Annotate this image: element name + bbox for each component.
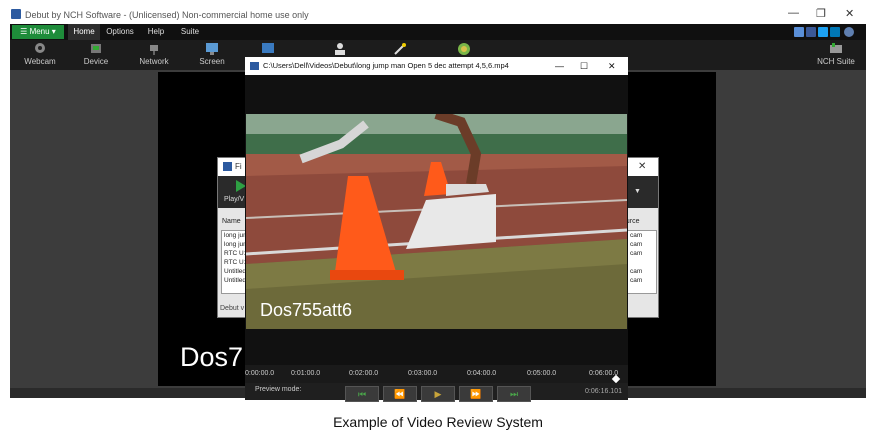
- network-icon: [150, 45, 158, 55]
- nch-suite-button[interactable]: NCH Suite: [806, 40, 866, 70]
- device-button[interactable]: Device: [66, 40, 126, 70]
- device-icon: [91, 44, 101, 53]
- window-title: Debut by NCH Software - (Unlicensed) Non…: [25, 10, 309, 20]
- preview-overlay-text: Dos7: [180, 342, 244, 372]
- preview-controls: Preview mode: 0:06:16.101 ⏮ ⏪ ▶ ⏩ ⏭: [245, 383, 628, 402]
- tab-suite[interactable]: Suite: [174, 24, 206, 40]
- skip-start-button[interactable]: ⏮: [345, 386, 379, 402]
- source-column: cam cam cam cam cam: [630, 231, 642, 285]
- menu-bar: ☰ Menu ▾ Home Options Help Suite: [10, 24, 866, 40]
- name-column-header[interactable]: Name: [222, 218, 241, 225]
- dialog-app-icon: [223, 162, 232, 171]
- webcam-icon: [35, 43, 45, 53]
- linkedin-icon[interactable]: [830, 27, 840, 37]
- video-scene-image: [246, 114, 627, 329]
- player-maximize-button[interactable]: ☐: [580, 57, 588, 75]
- maximize-button[interactable]: ❐: [816, 7, 826, 20]
- player-minimize-button[interactable]: —: [555, 57, 564, 75]
- timeline[interactable]: 0:00:00.0 0:01:00.0 0:02:00.0 0:03:00.0 …: [245, 365, 628, 384]
- timeline-tick: 0:03:00.0: [408, 370, 438, 377]
- image-icon: [262, 43, 274, 53]
- video-overlay-text: Dos755att6: [260, 300, 353, 320]
- help-icon[interactable]: [844, 27, 854, 37]
- timeline-tick: 0:00:00.0: [245, 370, 275, 377]
- dialog-dropdown-arrow[interactable]: ▼: [634, 188, 641, 195]
- skip-end-button[interactable]: ⏭: [497, 386, 531, 402]
- player-title: C:\Users\Dell\Videos\Debut\long jump man…: [263, 61, 509, 70]
- player-app-icon: [250, 62, 259, 70]
- playhead-handle[interactable]: [611, 374, 621, 384]
- magic-wand-icon: [394, 43, 406, 55]
- twitter-icon[interactable]: [818, 27, 828, 37]
- device-label: Device: [83, 57, 109, 66]
- timeline-tick: 0:02:00.0: [349, 370, 379, 377]
- network-button[interactable]: Network: [124, 40, 184, 70]
- play-label[interactable]: Play/V: [224, 196, 244, 203]
- screen-label: Screen: [199, 57, 225, 66]
- app-icon: [11, 9, 21, 19]
- player-titlebar: C:\Users\Dell\Videos\Debut\long jump man…: [245, 57, 628, 75]
- source-cell: cam: [630, 232, 643, 239]
- user-icon: [335, 43, 345, 55]
- play-button[interactable]: ▶: [421, 386, 455, 402]
- tab-options[interactable]: Options: [100, 24, 140, 40]
- rewind-button[interactable]: ⏪: [383, 386, 417, 402]
- time-readout: 0:06:16.101: [585, 388, 622, 395]
- screen-icon: [206, 43, 218, 55]
- timeline-tick: 0:04:00.0: [467, 370, 497, 377]
- menu-button[interactable]: ☰ Menu ▾: [12, 25, 64, 39]
- nch-suite-icon: [830, 43, 842, 53]
- facebook-icon[interactable]: [806, 27, 816, 37]
- screen-button[interactable]: Screen: [182, 40, 242, 70]
- window-titlebar: Debut by NCH Software - (Unlicensed) Non…: [0, 0, 876, 24]
- timeline-tick: 0:01:00.0: [291, 370, 321, 377]
- tab-help[interactable]: Help: [140, 24, 172, 40]
- source-cell: cam: [630, 241, 643, 248]
- minimize-button[interactable]: —: [788, 7, 799, 19]
- video-player-window: C:\Users\Dell\Videos\Debut\long jump man…: [245, 57, 628, 402]
- close-button[interactable]: ✕: [845, 7, 854, 20]
- nch-suite-label: NCH Suite: [817, 57, 855, 66]
- tab-home[interactable]: Home: [68, 24, 100, 40]
- timeline-tick: 0:05:00.0: [527, 370, 557, 377]
- network-label: Network: [139, 57, 169, 66]
- dialog-close-button[interactable]: ✕: [638, 161, 646, 172]
- video-frame[interactable]: Dos755att6: [246, 114, 627, 329]
- source-cell: cam: [630, 268, 643, 275]
- source-cell: cam: [630, 250, 643, 257]
- webcam-button[interactable]: Webcam: [10, 40, 70, 70]
- player-close-button[interactable]: ✕: [608, 57, 616, 75]
- dialog-footer: Debut v: [220, 305, 245, 312]
- globe-icon: [458, 43, 470, 55]
- fast-forward-button[interactable]: ⏩: [459, 386, 493, 402]
- figure-caption: Example of Video Review System: [333, 414, 543, 430]
- preview-mode-label: Preview mode:: [255, 386, 302, 393]
- webcam-label: Webcam: [24, 57, 56, 66]
- dialog-title: Fi: [235, 162, 242, 171]
- like-icon[interactable]: [794, 27, 804, 37]
- source-cell: cam: [630, 277, 643, 284]
